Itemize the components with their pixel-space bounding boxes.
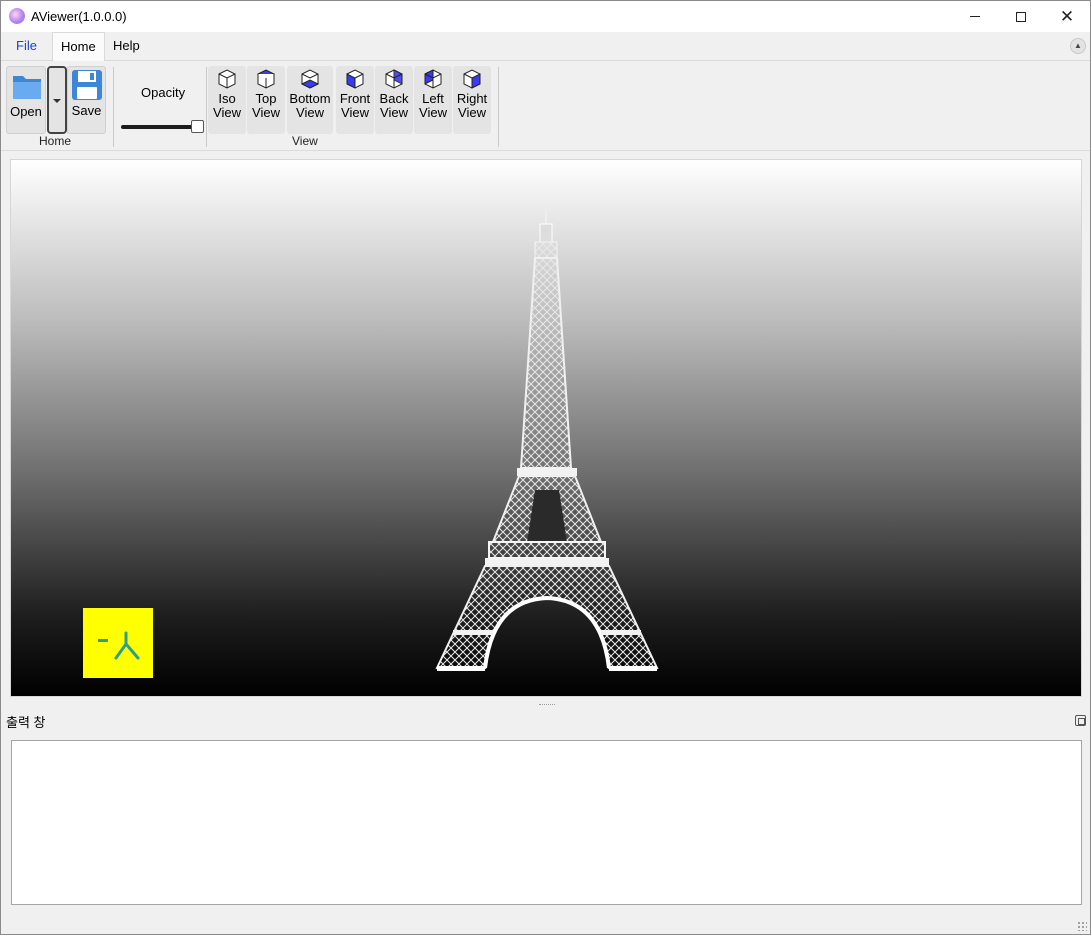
window-resize-grip[interactable] — [1077, 921, 1087, 931]
right-view-button[interactable]: Right View — [453, 66, 491, 134]
ribbon-separator — [498, 67, 499, 147]
maximize-button[interactable] — [998, 1, 1044, 32]
opacity-label: Opacity — [141, 85, 186, 100]
bottom-cube-icon — [300, 69, 320, 89]
chevron-down-icon — [53, 99, 61, 103]
floppy-disk-icon — [72, 70, 102, 100]
output-panel-title: 출력 창 — [6, 715, 46, 730]
opacity-slider-thumb[interactable] — [191, 120, 204, 133]
app-window: AViewer(1.0.0.0) ✕ File Home Help ▲ Open — [0, 0, 1091, 935]
iso-view-label-2: View — [213, 105, 241, 120]
collapse-ribbon-button[interactable]: ▲ — [1070, 38, 1086, 54]
bottom-view-label-1: Bottom — [289, 91, 331, 106]
back-cube-icon — [385, 69, 403, 89]
iso-cube-icon — [218, 69, 236, 89]
front-view-label-2: View — [341, 105, 369, 120]
right-view-label-1: Right — [456, 91, 488, 106]
top-view-label-1: Top — [255, 91, 277, 106]
front-view-label-1: Front — [339, 91, 371, 106]
window-title: AViewer(1.0.0.0) — [31, 9, 127, 24]
ribbon-panel: Open Save Home Opacity Iso View Top View… — [1, 61, 1090, 151]
open-button[interactable]: Open — [6, 66, 46, 134]
panel-splitter[interactable] — [1, 701, 1090, 709]
ribbon-separator — [206, 67, 207, 147]
minimize-button[interactable] — [952, 1, 998, 32]
iso-view-label-1: Iso — [218, 91, 236, 106]
title-bar: AViewer(1.0.0.0) ✕ — [1, 1, 1090, 32]
left-view-label-1: Left — [422, 91, 444, 106]
ribbon-tab-bar: File Home Help ▲ — [1, 32, 1090, 62]
right-cube-icon — [463, 69, 481, 89]
tab-help[interactable]: Help — [105, 32, 148, 61]
top-view-label-2: View — [252, 105, 280, 120]
bottom-view-button[interactable]: Bottom View — [287, 66, 333, 134]
maximize-icon — [1016, 11, 1026, 22]
tab-home[interactable]: Home — [52, 32, 105, 62]
minimize-icon — [970, 16, 980, 17]
back-view-label-1: Back — [379, 91, 409, 106]
axes-icon — [98, 631, 140, 660]
open-label: Open — [10, 104, 42, 119]
bottom-view-label-2: View — [296, 105, 324, 120]
back-view-button[interactable]: Back View — [375, 66, 413, 134]
view-group-label: View — [292, 134, 318, 148]
close-button[interactable]: ✕ — [1044, 1, 1090, 32]
top-view-button[interactable]: Top View — [247, 66, 285, 134]
right-view-label-2: View — [458, 105, 486, 120]
save-label: Save — [71, 103, 102, 118]
app-icon — [9, 8, 25, 24]
open-dropdown-button[interactable] — [47, 66, 67, 134]
left-cube-icon — [424, 69, 442, 89]
eiffel-tower-model — [435, 210, 659, 671]
iso-view-button[interactable]: Iso View — [208, 66, 246, 134]
axis-orientation-widget — [83, 608, 153, 678]
left-view-button[interactable]: Left View — [414, 66, 452, 134]
left-view-label-2: View — [419, 105, 447, 120]
splitter-grip[interactable] — [539, 704, 555, 706]
ribbon-separator — [113, 67, 114, 147]
front-view-button[interactable]: Front View — [336, 66, 374, 134]
3d-viewport[interactable] — [10, 159, 1082, 697]
save-button[interactable]: Save — [67, 66, 106, 134]
back-view-label-2: View — [380, 105, 408, 120]
output-float-button[interactable] — [1075, 715, 1086, 726]
output-text-area[interactable] — [11, 740, 1082, 905]
home-group-label: Home — [39, 134, 72, 148]
folder-icon — [13, 76, 41, 99]
tab-file[interactable]: File — [8, 32, 45, 61]
front-cube-icon — [346, 69, 364, 89]
top-cube-icon — [256, 69, 276, 89]
